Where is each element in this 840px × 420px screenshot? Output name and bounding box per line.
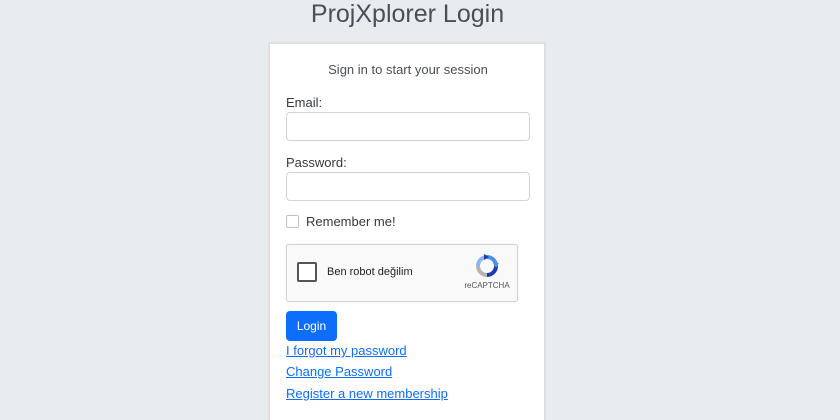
email-label: Email:: [286, 95, 323, 110]
remember-me-checkbox[interactable]: [286, 215, 299, 228]
remember-me-label: Remember me!: [306, 214, 396, 229]
recaptcha-label: Ben robot değilim: [327, 266, 413, 278]
login-button[interactable]: Login: [286, 311, 337, 341]
title-suffix: Login: [442, 0, 505, 28]
app-brand: ProjXplorer: [310, 0, 436, 28]
password-field[interactable]: [286, 172, 530, 201]
email-field[interactable]: [286, 112, 530, 141]
change-password-link[interactable]: Change Password: [286, 364, 392, 379]
recaptcha-brand: reCAPTCHA: [464, 281, 510, 290]
forgot-password-link[interactable]: I forgot my password: [286, 343, 407, 358]
recaptcha-logo-icon: [476, 254, 499, 277]
login-card: Sign in to start your session Email: Pas…: [269, 43, 545, 420]
password-label: Password:: [286, 155, 347, 170]
page-title: ProjXplorer Login: [0, 0, 815, 28]
register-link[interactable]: Register a new membership: [286, 386, 448, 401]
login-subtitle: Sign in to start your session: [328, 62, 488, 77]
remember-me[interactable]: Remember me!: [286, 214, 396, 229]
login-page: ProjXplorer Login Sign in to start your …: [0, 0, 840, 420]
recaptcha-checkbox[interactable]: [297, 262, 317, 282]
recaptcha-widget: Ben robot değilim reCAPTCHA: [286, 244, 518, 302]
